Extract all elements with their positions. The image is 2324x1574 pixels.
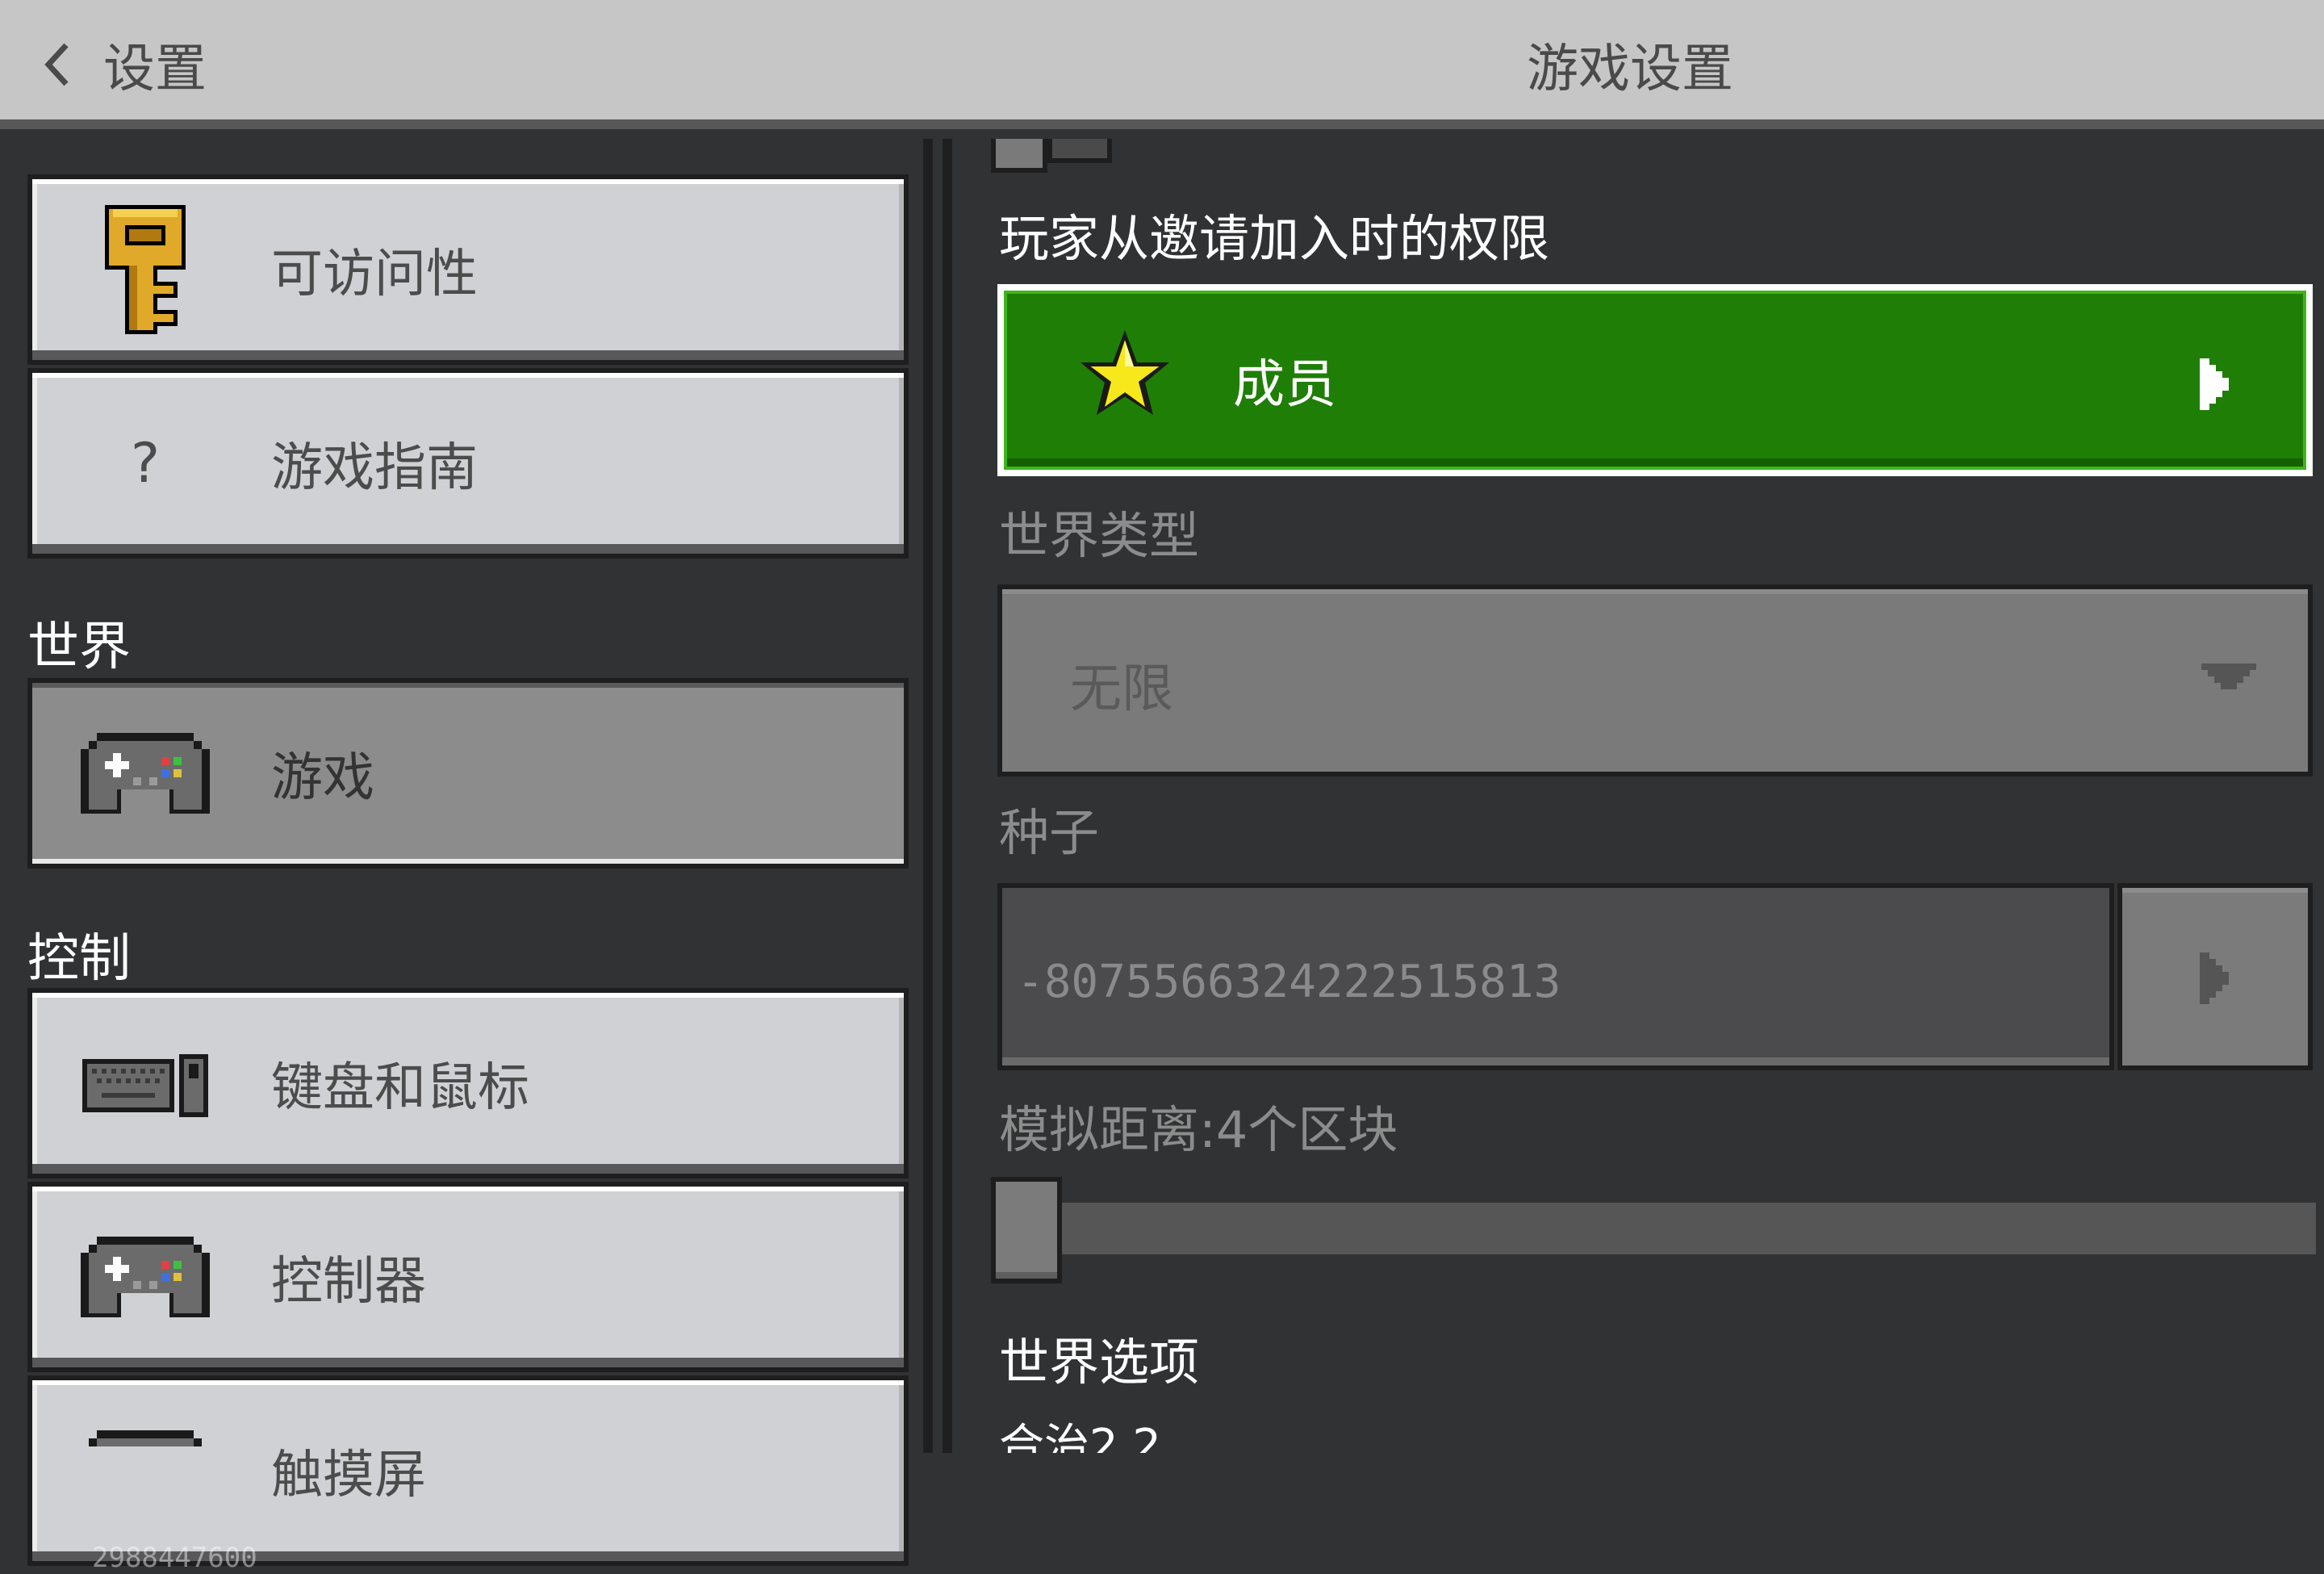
sidebar-item-keyboard-mouse[interactable]: 键盘和鼠标 [27,988,909,1178]
touch-icon [73,1390,218,1551]
chevron-right-icon [2200,358,2229,413]
sidebar-item-controller[interactable]: 控制器 [27,1182,909,1372]
sidebar-item-label: 控制器 [271,1252,426,1312]
star-icon [1076,326,1173,426]
question-icon: ? [130,431,161,496]
section-title-controls: 控制 [27,929,131,989]
sidebar-item-accessibility[interactable]: 可访问性 [27,174,909,365]
previous-control-track[interactable] [1047,139,1112,163]
watermark-id: 2988447600 [92,1542,257,1574]
simulation-distance-slider-track[interactable] [1001,1203,2316,1254]
settings-sidebar: 可访问性 ? 游戏指南 世界 游戏 控制 键盘和鼠标 控制器 触摸屏 29884… [0,139,933,1574]
chevron-right-icon [2200,952,2229,1007]
sidebar-item-label: 可访问性 [271,245,478,304]
back-label: 设置 [103,40,207,99]
sidebar-item-game-guide[interactable]: ? 游戏指南 [27,368,909,559]
sidebar-item-label: 游戏指南 [271,438,478,498]
previous-control-knob[interactable] [991,139,1047,173]
back-button[interactable]: 设置 [32,24,207,105]
simulation-distance-label: 模拟距离:4个区块 [999,1100,1398,1159]
sidebar-item-label: 游戏 [271,748,374,808]
permission-label: 玩家从邀请加入时的权限 [999,209,1550,268]
world-options-heading: 世界选项 [999,1333,1200,1392]
seed-input[interactable]: -8075566324222515813 [997,883,2114,1070]
world-type-dropdown[interactable]: 无限 [997,584,2313,777]
sidebar-item-game[interactable]: 游戏 [27,678,909,869]
controller-icon [73,1196,218,1358]
game-settings-panel: 玩家从邀请加入时的权限 成员 世界类型 无限 种子 -8075566324222… [943,139,2324,1453]
permission-dropdown[interactable]: 成员 [997,284,2313,476]
sidebar-item-label: 键盘和鼠标 [271,1058,529,1118]
top-bar: 设置 游戏设置 [0,0,2324,129]
permission-value: 成员 [1233,355,1336,415]
permission-dropdown-body: 成员 [1004,291,2306,470]
gamepad-icon [73,693,218,854]
page-title: 游戏设置 [1527,40,1733,99]
sidebar-item-touch[interactable]: 触摸屏 [27,1375,909,1566]
keyboard-mouse-icon [73,1003,218,1164]
world-options-partial-item: 合治2.2 [999,1420,1162,1454]
seed-value: -8075566324222515813 [1017,956,1561,1008]
key-icon [73,189,218,350]
seed-picker-button[interactable] [2117,883,2313,1070]
world-type-label: 世界类型 [999,506,1200,565]
seed-label: 种子 [999,803,1100,862]
section-title-world: 世界 [27,617,131,677]
sidebar-item-label: 触摸屏 [271,1446,426,1505]
world-type-value: 无限 [1070,659,1173,719]
simulation-distance-slider-thumb[interactable] [991,1177,1062,1283]
chevron-left-icon [32,36,81,93]
chevron-down-icon [2201,664,2256,699]
